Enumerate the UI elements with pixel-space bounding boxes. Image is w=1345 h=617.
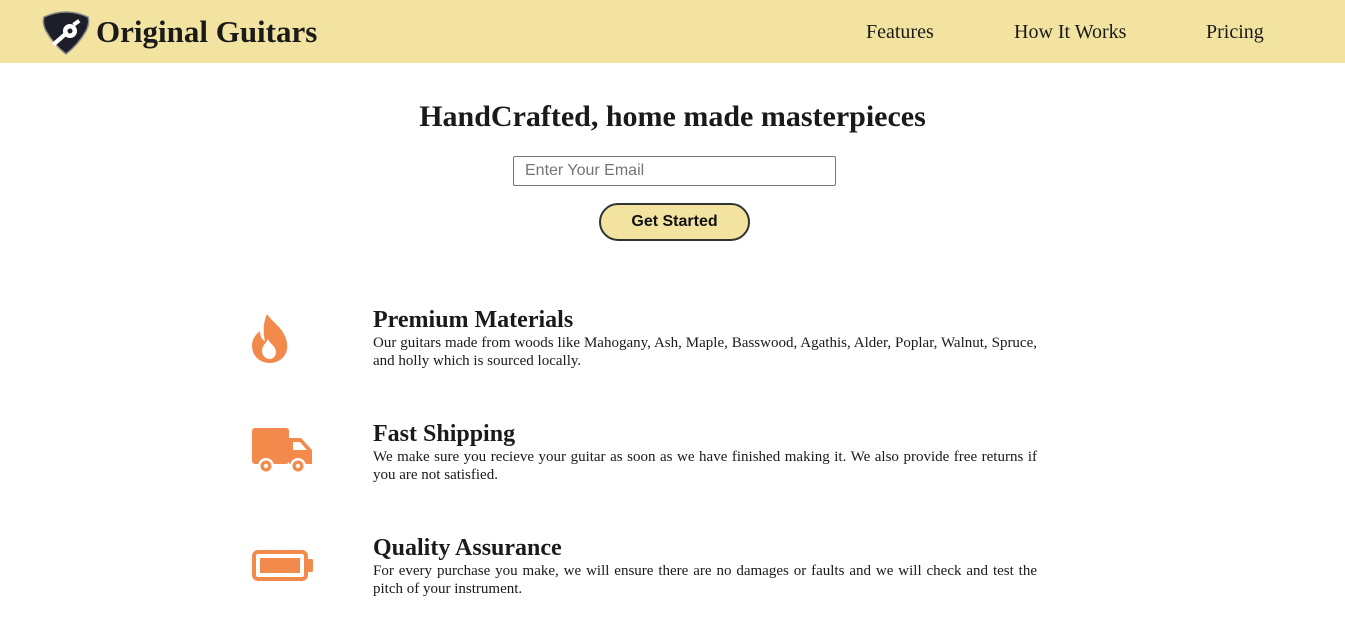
guitar-pick-logo-icon[interactable] (40, 9, 92, 55)
battery-full-icon (252, 550, 313, 581)
feature-desc-quality-assurance: For every purchase you make, we will ens… (373, 563, 1037, 597)
truck-icon (252, 428, 312, 474)
feature-desc-premium-materials: Our guitars made from woods like Mahogan… (373, 335, 1037, 369)
header: Original Guitars Features How It Works P… (0, 0, 1345, 63)
nav-link-pricing[interactable]: Pricing (1206, 20, 1264, 44)
nav-link-how-it-works[interactable]: How It Works (1014, 20, 1126, 44)
nav-link-features[interactable]: Features (866, 20, 934, 44)
feature-desc-fast-shipping: We make sure you recieve your guitar as … (373, 449, 1037, 483)
brand-name[interactable]: Original Guitars (96, 13, 317, 51)
feature-title-quality-assurance: Quality Assurance (373, 535, 562, 561)
email-input[interactable] (513, 156, 836, 186)
fire-icon (252, 314, 288, 363)
feature-title-premium-materials: Premium Materials (373, 307, 574, 333)
hero-title: HandCrafted, home made masterpieces (419, 100, 926, 133)
get-started-button[interactable]: Get Started (599, 203, 750, 241)
feature-title-fast-shipping: Fast Shipping (373, 421, 516, 447)
